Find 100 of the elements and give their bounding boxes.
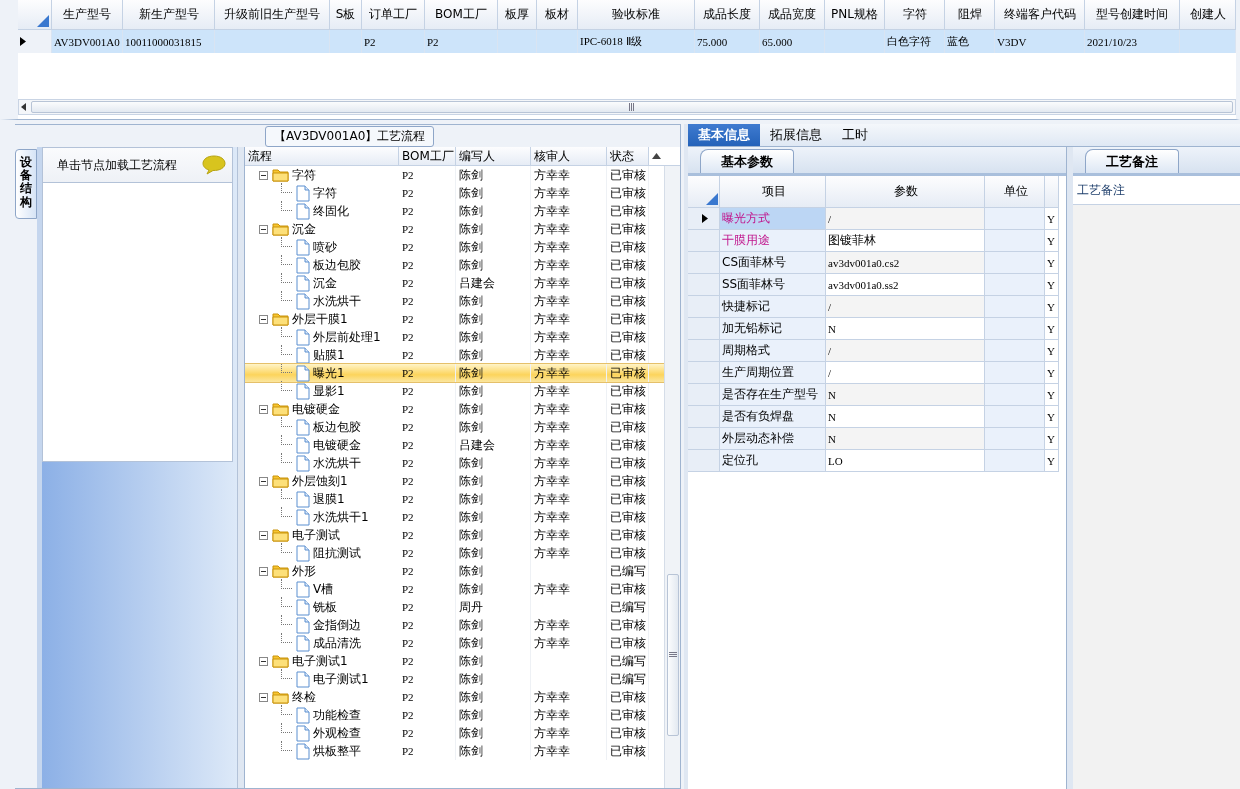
tree-row[interactable]: 板边包胶 P2 陈剑 方幸幸 已审核 — [245, 418, 664, 436]
param-row[interactable]: 是否存在生产型号 N Y — [688, 384, 1066, 406]
tree-row[interactable]: 外层前处理1 P2 陈剑 方幸幸 已审核 — [245, 328, 664, 346]
collapse-icon[interactable] — [259, 566, 268, 576]
document-icon — [296, 724, 310, 742]
column-header[interactable]: 字符 — [885, 0, 945, 30]
column-header[interactable]: 创建人 — [1180, 0, 1236, 30]
tree-row[interactable]: 板边包胶 P2 陈剑 方幸幸 已审核 — [245, 256, 664, 274]
collapse-icon[interactable] — [259, 656, 268, 666]
collapse-icon[interactable] — [259, 476, 268, 486]
tree-row[interactable]: 外层蚀刻1 P2 陈剑 方幸幸 已审核 — [245, 472, 664, 490]
column-header[interactable]: PNL规格 — [825, 0, 885, 30]
tree-row[interactable]: 电子测试 P2 陈剑 方幸幸 已审核 — [245, 526, 664, 544]
reviewer-text: 方幸幸 — [534, 184, 570, 202]
param-row[interactable]: 曝光方式 / Y — [688, 208, 1066, 230]
panel-tab[interactable]: 基本参数 — [700, 149, 794, 173]
param-row[interactable]: 外层动态补偿 N Y — [688, 428, 1066, 450]
tree-row[interactable]: 水洗烘干 P2 陈剑 方幸幸 已审核 — [245, 454, 664, 472]
splitter-bar[interactable] — [237, 147, 244, 788]
collapse-icon[interactable] — [259, 314, 268, 324]
tree-row[interactable]: 电镀硬金 P2 吕建会 方幸幸 已审核 — [245, 436, 664, 454]
param-row[interactable]: SS面菲林号 av3dv001a0.ss2 Y — [688, 274, 1066, 296]
param-row[interactable]: 快捷标记 / Y — [688, 296, 1066, 318]
vertical-tab[interactable]: 设备结构 — [15, 149, 37, 219]
factory-text: P2 — [402, 223, 414, 235]
table-row[interactable]: AV3DV001A0 10011000031815 P2 P2 IPC-6018 Ⅱ级 75.000 65.000 白色字符 蓝色 V3DV 2021/10/23 — [18, 30, 1236, 53]
column-header[interactable]: BOM工厂 — [399, 147, 456, 165]
column-header[interactable]: 成品长度 — [695, 0, 760, 30]
writer-text: 陈剑 — [459, 400, 483, 418]
column-header[interactable]: BOM工厂 — [425, 0, 498, 30]
tree-row[interactable]: 烘板整平 P2 陈剑 方幸幸 已审核 — [245, 742, 664, 760]
column-header[interactable]: 成品宽度 — [760, 0, 825, 30]
row-header[interactable] — [688, 208, 720, 230]
column-header[interactable]: 终端客户代码 — [995, 0, 1085, 30]
column-header[interactable]: 核审人 — [531, 147, 607, 165]
tree-row[interactable]: 外观检查 P2 陈剑 方幸幸 已审核 — [245, 724, 664, 742]
param-row[interactable]: CS面菲林号 av3dv001a0.cs2 Y — [688, 252, 1066, 274]
column-header[interactable]: 板材 — [537, 0, 578, 30]
tree-row[interactable]: 字符 P2 陈剑 方幸幸 已审核 — [245, 166, 664, 184]
column-header[interactable]: 参数 — [826, 176, 985, 208]
tree-row[interactable]: 外层干膜1 P2 陈剑 方幸幸 已审核 — [245, 310, 664, 328]
column-header[interactable]: 状态 — [607, 147, 649, 165]
scrollbar-thumb[interactable] — [666, 574, 679, 736]
column-header[interactable]: 编写人 — [456, 147, 531, 165]
collapse-icon[interactable] — [259, 692, 268, 702]
tree-row[interactable]: 电子测试1 P2 陈剑 已编写 — [245, 652, 664, 670]
column-header[interactable]: 型号创建时间 — [1085, 0, 1180, 30]
tree-row[interactable]: 水洗烘干1 P2 陈剑 方幸幸 已审核 — [245, 508, 664, 526]
tree-row[interactable]: 沉金 P2 陈剑 方幸幸 已审核 — [245, 220, 664, 238]
collapse-icon[interactable] — [259, 530, 268, 540]
tab[interactable]: 工时 — [832, 124, 878, 146]
tree-row[interactable]: 喷砂 P2 陈剑 方幸幸 已审核 — [245, 238, 664, 256]
column-header[interactable]: 流程 — [245, 147, 399, 165]
column-header[interactable]: 单位 — [985, 176, 1045, 208]
column-header[interactable]: 新生产型号 — [123, 0, 215, 30]
status-text: 已审核 — [610, 688, 646, 706]
param-row[interactable]: 周期格式 / Y — [688, 340, 1066, 362]
column-header[interactable]: 验收标准 — [578, 0, 695, 30]
tree-row[interactable]: 铣板 P2 周丹 已编写 — [245, 598, 664, 616]
status-text: 已审核 — [610, 310, 646, 328]
param-row[interactable]: 生产周期位置 / Y — [688, 362, 1066, 384]
tab[interactable]: 基本信息 — [688, 124, 760, 146]
column-header[interactable]: 阻焊 — [945, 0, 995, 30]
status-text: 已审核 — [610, 580, 646, 598]
collapse-icon[interactable] — [259, 170, 268, 180]
tree-row[interactable]: 终固化 P2 陈剑 方幸幸 已审核 — [245, 202, 664, 220]
tree-row[interactable]: V槽 P2 陈剑 方幸幸 已审核 — [245, 580, 664, 598]
tree-row[interactable]: 显影1 P2 陈剑 方幸幸 已审核 — [245, 382, 664, 400]
tab[interactable]: 拓展信息 — [760, 124, 832, 146]
tree-row[interactable]: 水洗烘干 P2 陈剑 方幸幸 已审核 — [245, 292, 664, 310]
column-header[interactable]: 项目 — [720, 176, 826, 208]
tree-row[interactable]: 终检 P2 陈剑 方幸幸 已审核 — [245, 688, 664, 706]
column-header[interactable]: 订单工厂 — [362, 0, 425, 30]
column-header[interactable]: S板 — [330, 0, 362, 30]
tree-row[interactable]: 成品清洗 P2 陈剑 方幸幸 已审核 — [245, 634, 664, 652]
up-arrow-icon[interactable] — [652, 153, 661, 159]
tree-row[interactable]: 功能检查 P2 陈剑 方幸幸 已审核 — [245, 706, 664, 724]
tree-row[interactable]: 曝光1 P2 陈剑 方幸幸 已审核 — [245, 364, 664, 382]
param-row[interactable]: 是否有负焊盘 N Y — [688, 406, 1066, 428]
tree-row[interactable]: 字符 P2 陈剑 方幸幸 已审核 — [245, 184, 664, 202]
panel-tab[interactable]: 工艺备注 — [1085, 149, 1179, 173]
param-row[interactable]: 干膜用途 图镀菲林 Y — [688, 230, 1066, 252]
table-cell: P2 — [364, 35, 376, 48]
tree-row[interactable]: 电镀硬金 P2 陈剑 方幸幸 已审核 — [245, 400, 664, 418]
collapse-icon[interactable] — [259, 404, 268, 414]
table-cell: 75.000 — [697, 35, 728, 48]
column-header[interactable]: 升级前旧生产型号 — [215, 0, 330, 30]
left-arrow-icon[interactable] — [19, 102, 29, 112]
tree-row[interactable]: 阻抗测试 P2 陈剑 方幸幸 已审核 — [245, 544, 664, 562]
tree-row[interactable]: 电子测试1 P2 陈剑 已编写 — [245, 670, 664, 688]
column-header[interactable]: 板厚 — [498, 0, 537, 30]
horizontal-scrollbar[interactable] — [18, 99, 1236, 115]
param-row[interactable]: 定位孔 LO Y — [688, 450, 1066, 472]
tree-row[interactable]: 金指倒边 P2 陈剑 方幸幸 已审核 — [245, 616, 664, 634]
tree-row[interactable]: 外形 P2 陈剑 已编写 — [245, 562, 664, 580]
param-row[interactable]: 加无铅标记 N Y — [688, 318, 1066, 340]
tree-row[interactable]: 沉金 P2 吕建会 方幸幸 已审核 — [245, 274, 664, 292]
collapse-icon[interactable] — [259, 224, 268, 234]
tree-row[interactable]: 退膜1 P2 陈剑 方幸幸 已审核 — [245, 490, 664, 508]
column-header[interactable]: 生产型号 — [52, 0, 123, 30]
